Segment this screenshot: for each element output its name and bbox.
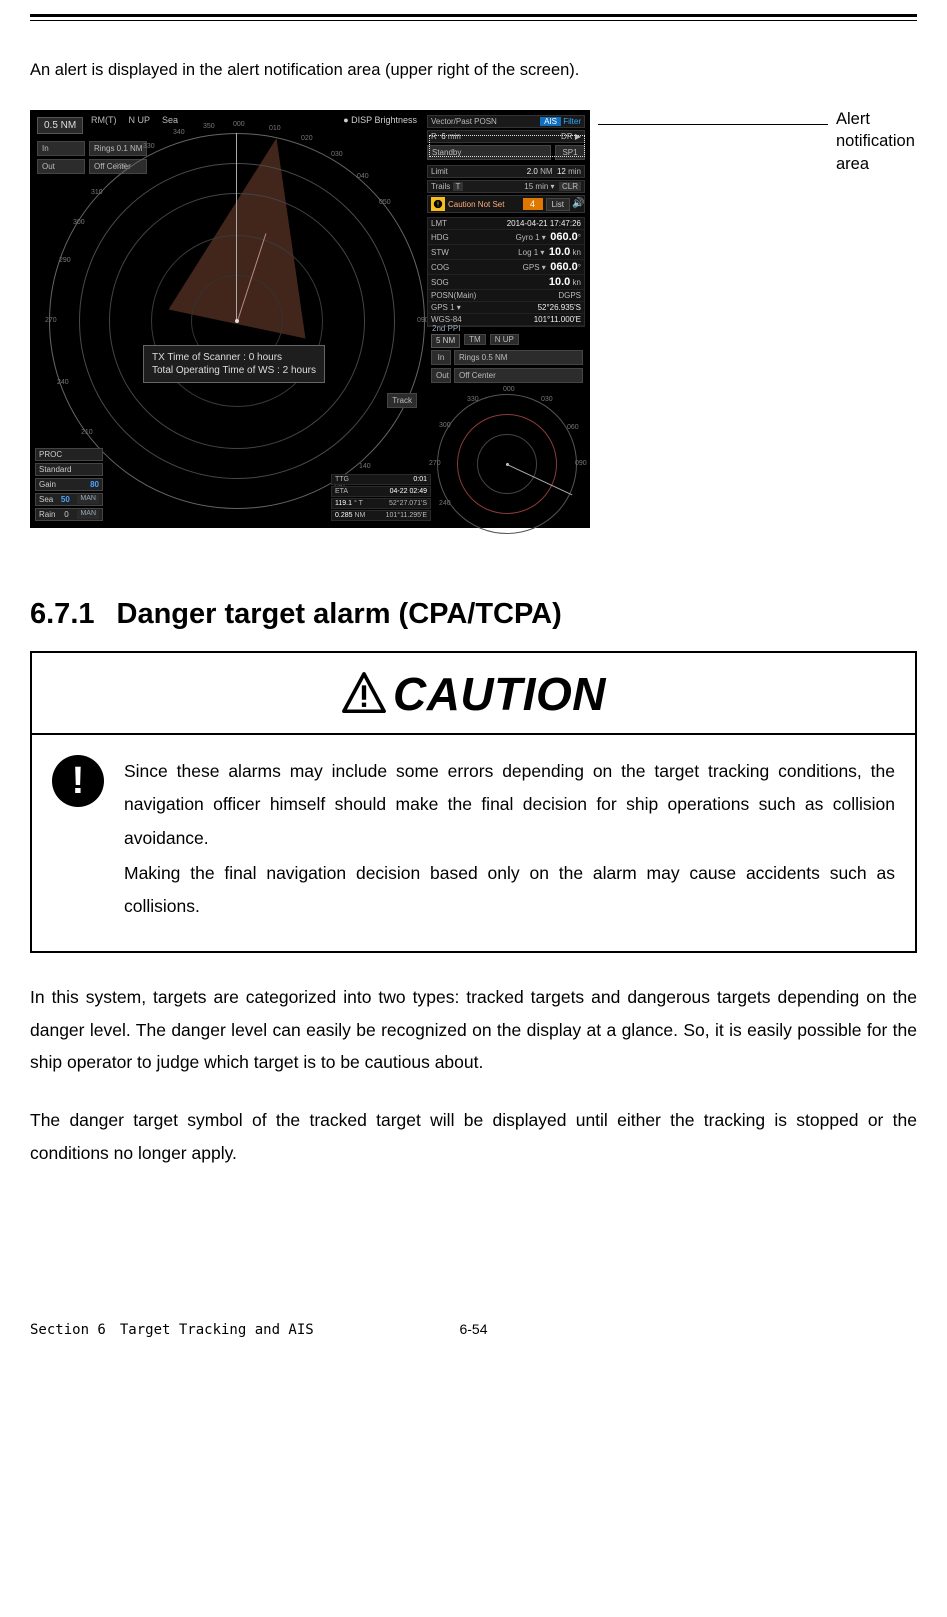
gps-source-select[interactable]: GPS ▾: [523, 263, 546, 272]
bearing-tick: 000: [233, 121, 245, 128]
eta-display: ETA04-22 02:49: [331, 486, 431, 497]
bearing-tick: 010: [269, 125, 281, 132]
heading-title: Danger target alarm (CPA/TCPA): [117, 598, 562, 630]
footer-section: Section 6 Target Tracking and AIS: [30, 1319, 314, 1339]
speaker-icon[interactable]: 🔊: [572, 198, 584, 210]
bearing-tick: 030: [541, 396, 553, 403]
heading-source-select[interactable]: Gyro 1 ▾: [516, 233, 546, 242]
bearing-tick: 270: [429, 460, 441, 467]
bearing-tick: 290: [59, 257, 71, 264]
bearing-tick: 310: [91, 189, 103, 196]
rings-2-button[interactable]: Rings 0.5 NM: [454, 350, 583, 365]
scanner-tooltip: TX Time of Scanner : 0 hours Total Opera…: [143, 345, 325, 383]
bearing-tick: 300: [73, 219, 85, 226]
bearing-tick: 060: [567, 424, 579, 431]
warning-icon: [431, 197, 445, 211]
range-in-2-button[interactable]: In: [431, 350, 451, 365]
trails-row[interactable]: Trails T 15 min ▾ CLR: [427, 180, 585, 193]
caution-word: CAUTION: [393, 667, 606, 721]
standby-button[interactable]: Standby: [427, 145, 551, 160]
section-heading: 6.7.1 Danger target alarm (CPA/TCPA): [30, 598, 917, 631]
gain-control[interactable]: Gain80: [35, 478, 103, 491]
footer-page-number: 6-54: [459, 1321, 487, 1337]
page-top-rule: [30, 14, 917, 21]
callout-text: area: [836, 155, 869, 173]
tooltip-line: Total Operating Time of WS : 2 hours: [152, 365, 316, 376]
second-ppi-panel: 2nd PPI 5 NM TM N UP In Rings 0.5 NM Out…: [429, 323, 585, 523]
alert-list-button[interactable]: List: [546, 198, 570, 211]
rain-control[interactable]: Rain0MAN: [35, 508, 103, 521]
bearing-tick: 140: [359, 463, 371, 470]
filter-button[interactable]: Filter: [563, 117, 581, 126]
bearing-tick: 330: [143, 143, 155, 150]
tooltip-line: TX Time of Scanner : 0 hours: [152, 352, 282, 363]
bearing-display: 119.1 ° T52°27.071'S: [331, 498, 431, 509]
alert-notification-bar[interactable]: Caution Not Set 4 List 🔊: [427, 195, 585, 213]
nup-button[interactable]: N UP: [490, 334, 519, 345]
bearing-tick: 050: [379, 199, 391, 206]
bearing-tick: 000: [503, 386, 515, 393]
callout: Alert notification area: [598, 114, 917, 125]
bearing-tick: 340: [173, 129, 185, 136]
alert-count-badge[interactable]: 4: [523, 198, 543, 210]
off-center-2-button[interactable]: Off Center: [454, 368, 583, 383]
proc-label: PROC: [35, 448, 103, 461]
vector-row[interactable]: Vector/Past POSN AIS Filter: [427, 115, 585, 128]
track-button[interactable]: Track: [387, 393, 417, 408]
ttg-display: TTG0:01: [331, 474, 431, 485]
caution-paragraph: Making the final navigation decision bas…: [124, 857, 895, 924]
radar-screenshot: 0.5 NM RM(T) N UP Sea ● DISP Brightness …: [30, 110, 590, 528]
bearing-tick: 090: [575, 460, 587, 467]
bearing-tick: 240: [439, 500, 451, 507]
own-ship-data: LMT2014-04-21 17:47:26 HDGGyro 1 ▾ 060.0…: [427, 217, 585, 327]
stw-source-select[interactable]: Log 1 ▾: [518, 248, 544, 257]
caution-box: CAUTION ! Since these alarms may include…: [30, 651, 917, 953]
bearing-tick: 330: [467, 396, 479, 403]
bearing-tick: 020: [301, 135, 313, 142]
second-ppi-scope[interactable]: 000 030 060 090 240 270 300 330: [429, 386, 585, 542]
bearing-tick: 300: [439, 422, 451, 429]
bearing-tick: 320: [115, 163, 127, 170]
bearing-tick: 210: [81, 429, 93, 436]
heading-line: [236, 133, 237, 321]
bearing-tick: 350: [203, 123, 215, 130]
range-display: 0.285 NM101°11.295'E: [331, 510, 431, 521]
range-badge-2[interactable]: 5 NM: [431, 334, 460, 348]
sea-control[interactable]: Sea50MAN: [35, 493, 103, 506]
bearing-tick: 030: [331, 151, 343, 158]
own-ship-icon: [235, 319, 239, 323]
bearing-tick: 240: [57, 379, 69, 386]
cpa-limit-row[interactable]: Limit 2.0 NM 12 min: [427, 165, 585, 178]
proc-standard-button[interactable]: Standard: [35, 463, 103, 476]
vector-length-row[interactable]: R 6 min DR ▶: [427, 130, 585, 143]
clear-trails-button[interactable]: CLR: [559, 182, 581, 191]
mandatory-icon: !: [50, 755, 106, 923]
second-ppi-title: 2nd PPI: [429, 323, 585, 334]
caution-paragraph: Since these alarms may include some erro…: [124, 755, 895, 855]
posn-source-select[interactable]: GPS 1 ▾: [431, 303, 461, 312]
sp1-button[interactable]: SP1: [555, 145, 585, 160]
page-footer: Section 6 Target Tracking and AIS 6-54: [30, 1319, 917, 1359]
callout-text: Alert notification: [836, 110, 915, 150]
caution-triangle-icon: [341, 671, 387, 717]
body-paragraph: The danger target symbol of the tracked …: [30, 1104, 917, 1169]
body-paragraph: In this system, targets are categorized …: [30, 981, 917, 1078]
heading-number: 6.7.1: [30, 598, 95, 630]
bearing-tick: 040: [357, 173, 369, 180]
bearing-tick: 270: [45, 317, 57, 324]
tm-button[interactable]: TM: [464, 334, 486, 345]
range-out-2-button[interactable]: Out: [431, 368, 451, 383]
intro-text: An alert is displayed in the alert notif…: [30, 61, 917, 80]
ais-badge[interactable]: AIS: [540, 117, 561, 126]
alert-message: Caution Not Set: [448, 200, 520, 209]
